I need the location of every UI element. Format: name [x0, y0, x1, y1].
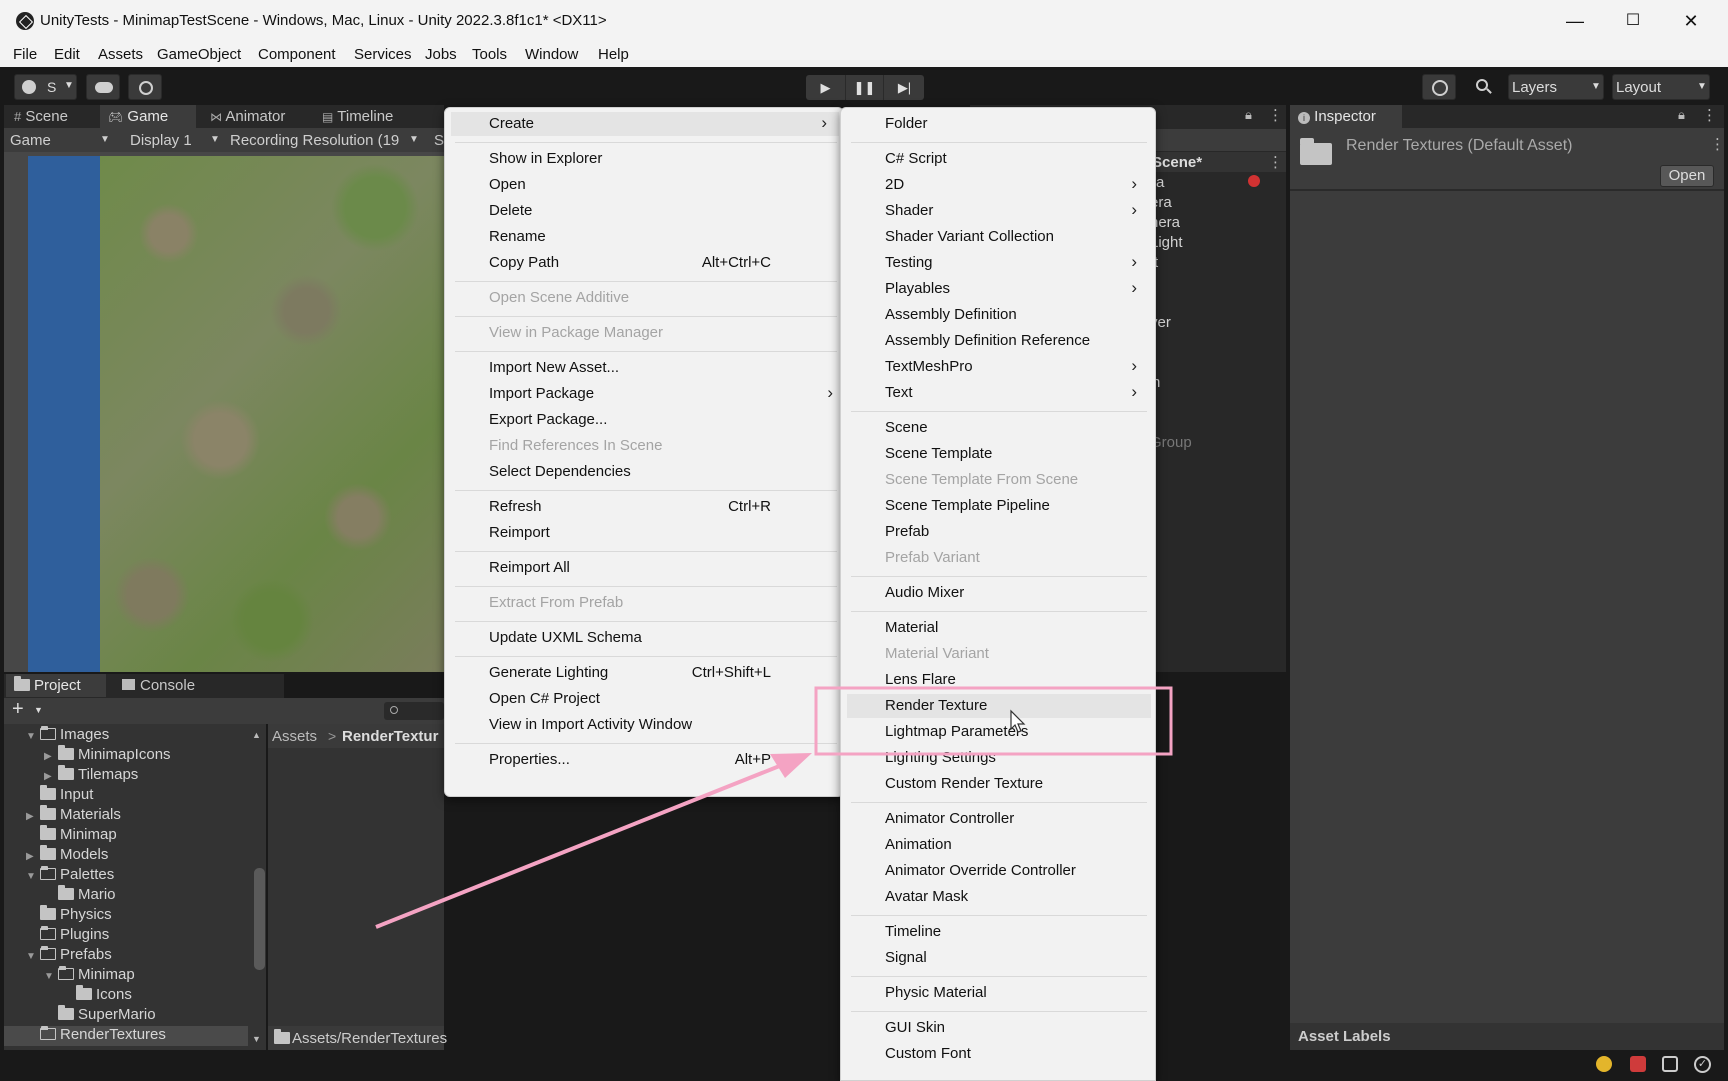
highlight-box — [814, 686, 1173, 756]
annotation-overlay — [375, 686, 1173, 929]
mouse-cursor-icon — [1010, 709, 1026, 733]
unity-editor-window: UnityTests - MinimapTestScene - Windows,… — [0, 0, 1728, 1081]
annotation-arrow-line — [375, 763, 783, 929]
